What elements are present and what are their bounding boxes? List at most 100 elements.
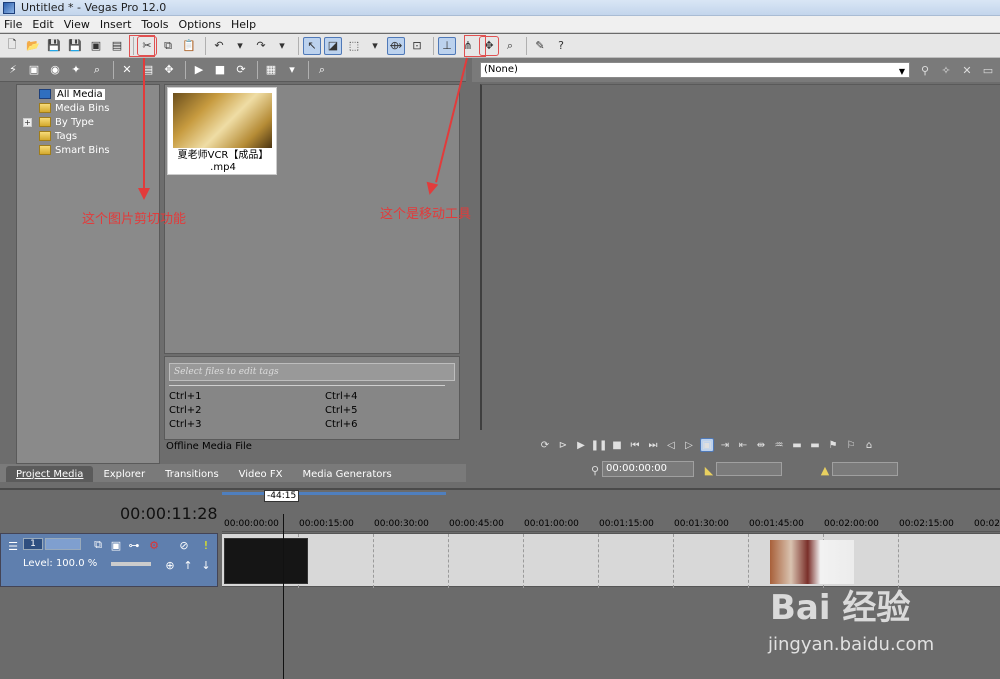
go-to-end-icon[interactable]: ⏭ [646, 438, 660, 452]
redo-icon[interactable]: ↷ [252, 37, 270, 55]
level-slider[interactable] [111, 562, 151, 566]
close-icon[interactable]: ✕ [958, 61, 976, 79]
tab-project-media[interactable]: Project Media [6, 466, 94, 482]
track-motion-icon[interactable]: ⧉ [89, 536, 107, 554]
go-to-start-icon[interactable]: ⏮ [628, 438, 642, 452]
properties-icon[interactable]: ▤ [108, 37, 126, 55]
fit-icon[interactable]: ⇹ [754, 438, 768, 452]
auto-ripple-icon[interactable]: ⟴ [387, 36, 405, 55]
stop-icon[interactable]: ■ [211, 61, 229, 79]
marker-label[interactable]: -44:15 [264, 490, 300, 502]
paste-icon[interactable]: 📋 [180, 37, 198, 55]
track-fx-icon[interactable]: ▣ [107, 536, 125, 554]
tree-item-media-bins[interactable]: Media Bins [17, 101, 159, 115]
pin-icon[interactable]: ⚲ [916, 61, 934, 79]
save-as-icon[interactable]: 💾 [66, 37, 84, 55]
help-pointer-icon[interactable]: ? [552, 37, 570, 55]
tree-item-smart-bins[interactable]: Smart Bins [17, 143, 159, 157]
trimmer-selector[interactable]: (None) ▼ [480, 62, 910, 78]
monitor-icon[interactable]: ▭ [979, 61, 997, 79]
zoom-media-icon[interactable]: ⌕ [313, 61, 331, 79]
add-to-timeline-icon[interactable]: ▣ [700, 438, 714, 452]
new-icon[interactable]: 🗋 [3, 37, 21, 55]
gear-icon[interactable]: ⚙ [145, 536, 163, 554]
menu-view[interactable]: View [64, 18, 90, 31]
tree-item-tags[interactable]: Tags [17, 129, 159, 143]
play-from-start-icon[interactable]: ⊳ [556, 438, 570, 452]
tool-dropdown-icon[interactable]: ▾ [366, 37, 384, 55]
marker-icon[interactable]: ⚐ [844, 438, 858, 452]
get-media-web-icon[interactable]: ◉ [46, 61, 64, 79]
audio-only-icon[interactable]: ▬ [808, 438, 822, 452]
tag-shortcut[interactable]: Ctrl+5 [325, 405, 358, 416]
envelope-tool-icon[interactable]: ◪ [324, 36, 342, 55]
lock-envelopes-icon[interactable]: ⊡ [408, 37, 426, 55]
tag-shortcut[interactable]: Ctrl+6 [325, 419, 358, 430]
redo-dropdown-icon[interactable]: ▾ [273, 37, 291, 55]
tags-input[interactable]: Select files to edit tags [169, 363, 455, 381]
views-dropdown-icon[interactable]: ▾ [283, 61, 301, 79]
zoom-icon[interactable]: ⌕ [501, 37, 519, 55]
playhead-cursor[interactable] [283, 514, 284, 679]
tag-shortcut[interactable]: Ctrl+2 [169, 405, 202, 416]
views-icon[interactable]: ▦ [262, 61, 280, 79]
solo-icon[interactable]: ! [197, 536, 215, 554]
menu-tools[interactable]: Tools [141, 18, 168, 31]
tag-shortcut[interactable]: Ctrl+3 [169, 419, 202, 430]
loop-region-bar[interactable] [222, 492, 446, 495]
trimmer-out-slider[interactable] [832, 462, 898, 476]
track-down-icon[interactable]: ↓ [197, 556, 215, 574]
expand-icon[interactable]: + [23, 117, 32, 127]
remove-icon[interactable]: ✕ [118, 61, 136, 79]
video-clip-black[interactable] [224, 538, 308, 584]
auto-preview-icon[interactable]: ⟳ [232, 61, 250, 79]
track-minimize-icon[interactable]: ☰ [4, 537, 22, 555]
tree-item-by-type[interactable]: + By Type [17, 115, 159, 129]
track-up-icon[interactable]: ↑ [179, 556, 197, 574]
undo-dropdown-icon[interactable]: ▾ [231, 37, 249, 55]
video-track[interactable] [222, 533, 1000, 588]
menu-options[interactable]: Options [179, 18, 221, 31]
overwrite-icon[interactable]: ⇥ [718, 438, 732, 452]
menu-file[interactable]: File [4, 18, 22, 31]
move-icon[interactable]: ✥ [160, 61, 178, 79]
loop-icon[interactable]: ⟳ [538, 438, 552, 452]
trimmer-in-slider[interactable] [716, 462, 782, 476]
media-fx-icon[interactable]: ✦ [67, 61, 85, 79]
region-icon[interactable]: ⌂ [862, 438, 876, 452]
next-frame-icon[interactable]: ▷ [682, 438, 696, 452]
pause-icon[interactable]: ❚❚ [591, 438, 608, 452]
snapping-icon[interactable]: ⊥ [438, 36, 456, 55]
tag-shortcut[interactable]: Ctrl+1 [169, 391, 202, 402]
tree-item-all-media[interactable]: All Media [17, 87, 159, 101]
open-icon[interactable]: 📂 [24, 37, 42, 55]
insert-icon[interactable]: ⇤ [736, 438, 750, 452]
normal-edit-tool-icon[interactable]: ↖ [303, 36, 321, 55]
compositing-icon[interactable]: ⊶ [125, 536, 143, 554]
selection-tool-icon[interactable]: ⬚ [345, 37, 363, 55]
menu-insert[interactable]: Insert [100, 18, 132, 31]
track-add-icon[interactable]: ⊕ [161, 556, 179, 574]
time-ruler[interactable]: 00:00:00:00 00:00:15:00 00:00:30:00 00:0… [222, 512, 1000, 532]
search-icon[interactable]: ⌕ [88, 61, 106, 79]
trimmer-timecode[interactable]: 00:00:00:00 [602, 461, 694, 477]
track-header[interactable]: ☰ 1 ⧉ ▣ ⊶ ⚙ ⊘ ! Level: 100.0 % ⊕ ↑ ↓ [0, 533, 218, 587]
copy-icon[interactable]: ⧉ [159, 37, 177, 55]
video-only-icon[interactable]: ▬ [790, 438, 804, 452]
star-icon[interactable]: ✧ [937, 61, 955, 79]
stop-icon[interactable]: ■ [610, 438, 624, 452]
play-icon[interactable]: ▶ [190, 61, 208, 79]
tab-video-fx[interactable]: Video FX [229, 466, 293, 482]
mute-icon[interactable]: ⊘ [175, 536, 193, 554]
menu-edit[interactable]: Edit [32, 18, 53, 31]
undo-icon[interactable]: ↶ [210, 37, 228, 55]
brush-icon[interactable]: ✎ [531, 37, 549, 55]
tag-shortcut[interactable]: Ctrl+4 [325, 391, 358, 402]
media-file-thumbnail[interactable]: 夏老师VCR【成品】 .mp4 [167, 87, 277, 175]
import-media-icon[interactable]: ⚡ [4, 61, 22, 79]
audio-icon[interactable]: ♒ [772, 438, 786, 452]
save-icon[interactable]: 💾 [45, 37, 63, 55]
media-properties-icon[interactable]: ▤ [139, 61, 157, 79]
tab-explorer[interactable]: Explorer [93, 466, 155, 482]
render-icon[interactable]: ▣ [87, 37, 105, 55]
